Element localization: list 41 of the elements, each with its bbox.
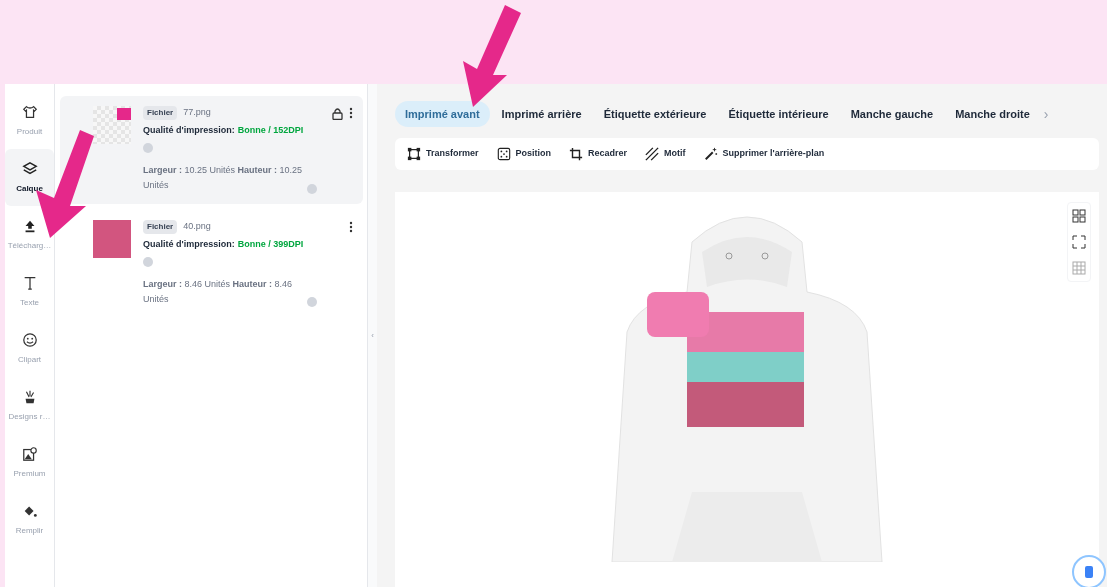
layer-card[interactable]: Fichier 77.png Qualité d'impression: Bonne / 152DPI Largeur : 10.25 Unités Hauteur : 10.25 Unités — [60, 96, 363, 204]
tool-button[interactable]: Supprimer l'arrière-plan — [703, 147, 825, 161]
file-badge: Fichier — [143, 106, 178, 120]
placement-tab[interactable]: Imprimé avant — [395, 101, 490, 127]
image-badge-icon — [21, 445, 38, 462]
file-name: 77.png — [183, 106, 211, 120]
layers-icon — [21, 160, 38, 177]
tool-button[interactable]: Position — [496, 147, 552, 161]
design-thumbnail — [93, 106, 131, 144]
smiley-icon — [21, 331, 38, 348]
grid-icon[interactable] — [1072, 209, 1086, 223]
placement-tab[interactable]: Étiquette extérieure — [593, 101, 717, 127]
print-quality-label: Qualité d'impression: — [143, 237, 235, 251]
photo-thumbnail — [93, 219, 131, 258]
placement-tab[interactable]: Étiquette intérieure — [718, 101, 839, 127]
file-name: 40.png — [183, 219, 211, 233]
placement-tab[interactable]: Imprimé arrière — [491, 101, 592, 127]
print-quality-label: Qualité d'impression: — [143, 124, 235, 137]
dimensions-text: Largeur : 10.25 Unités Hauteur : 10.25 Unités — [143, 164, 303, 193]
placement-tab[interactable]: Manche gauche — [840, 101, 944, 127]
stripes-icon — [645, 147, 660, 161]
print-quality-value: Bonne / 399DPI — [237, 237, 304, 251]
tool-button[interactable]: Motif — [645, 147, 686, 161]
more-options-icon[interactable] — [349, 220, 353, 233]
tool-button[interactable]: Transformer — [407, 147, 479, 161]
table-grid-icon[interactable] — [1072, 261, 1086, 275]
placement-tab[interactable]: Manche droite — [945, 101, 1040, 127]
shirt-icon — [21, 103, 38, 120]
crop-icon — [569, 147, 584, 161]
magic-wand-icon — [703, 147, 718, 161]
print-quality-value: Bonne / 152DPI — [237, 124, 304, 137]
more-options-icon[interactable] — [349, 107, 353, 119]
sidebar-item[interactable]: Calque — [5, 149, 54, 206]
dimensions-text: Largeur : 8.46 Unités Hauteur : 8.46 Unités — [143, 277, 294, 306]
position-icon — [496, 147, 511, 161]
lock-icon[interactable] — [332, 106, 343, 120]
transform-icon — [407, 147, 421, 161]
file-badge: Fichier — [143, 219, 178, 234]
tool-button[interactable]: Recadrer — [569, 147, 628, 161]
expand-icon[interactable] — [1072, 235, 1086, 249]
phone-icon — [1083, 565, 1095, 579]
